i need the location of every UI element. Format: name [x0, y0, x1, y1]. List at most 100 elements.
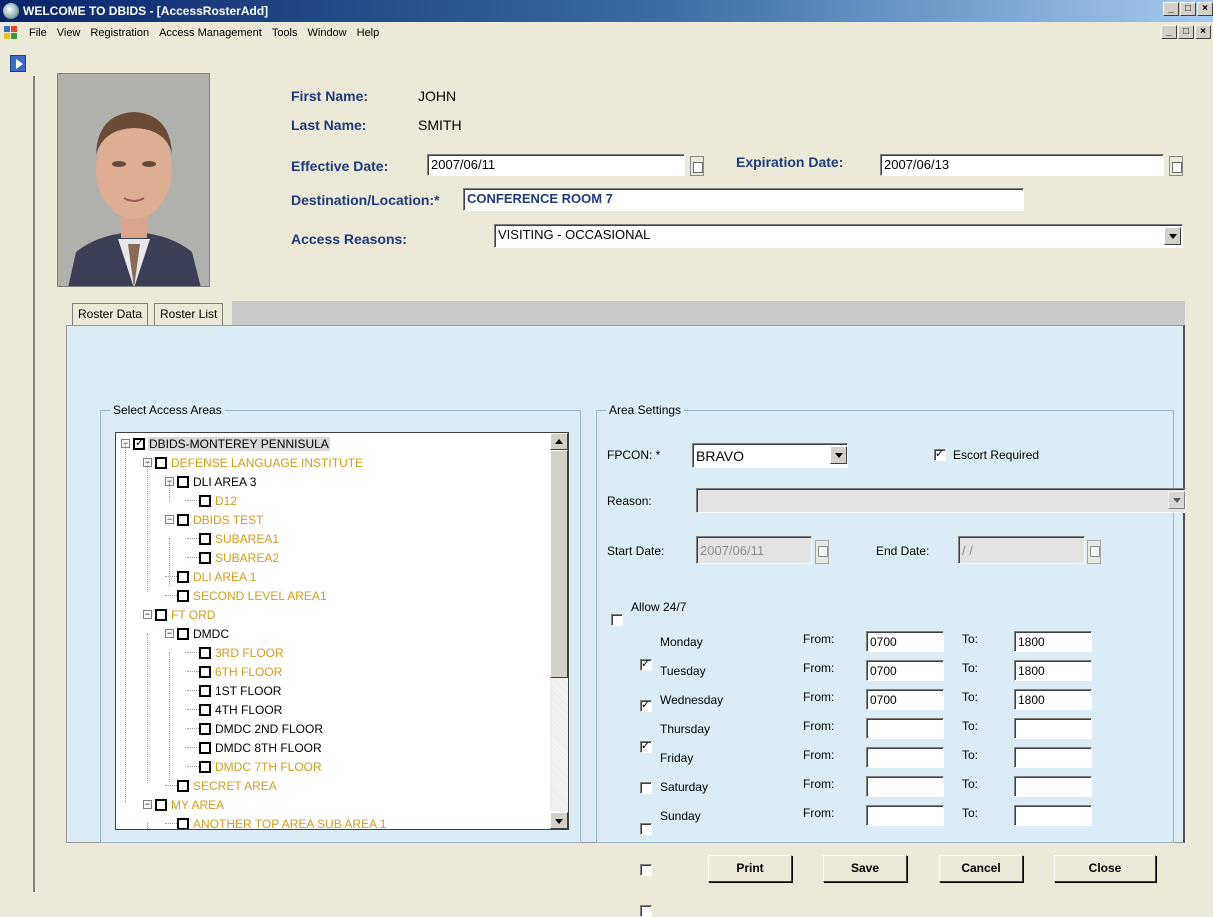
menu-registration[interactable]: Registration: [85, 27, 154, 39]
tree-node-checkbox[interactable]: [177, 513, 189, 526]
chevron-down-icon[interactable]: [830, 446, 847, 464]
tab-roster-list[interactable]: Roster List: [154, 303, 224, 326]
tree-node-checkbox[interactable]: [199, 741, 211, 754]
menu-tools[interactable]: Tools: [267, 27, 303, 39]
tree-node-checkbox[interactable]: [155, 608, 167, 621]
tree-node-checkbox[interactable]: [199, 760, 211, 773]
tree-node[interactable]: − DMDC: [165, 624, 230, 643]
from-time-field[interactable]: [866, 718, 944, 739]
menu-view[interactable]: View: [52, 27, 86, 39]
mdi-restore-button[interactable]: □: [1178, 25, 1194, 39]
to-time-field[interactable]: 1800: [1014, 631, 1092, 652]
expiration-date-field[interactable]: 2007/06/13: [880, 154, 1164, 176]
tree-collapse-icon[interactable]: −: [165, 629, 174, 638]
tree-scrollbar[interactable]: [550, 433, 568, 829]
tree-node-checkbox[interactable]: [199, 665, 211, 678]
to-time-field[interactable]: [1014, 718, 1092, 739]
fpcon-select[interactable]: BRAVO: [692, 443, 848, 468]
tree-node-checkbox[interactable]: [177, 627, 189, 640]
start-date-calendar-icon[interactable]: [815, 540, 829, 564]
tree-node[interactable]: − MY AREA: [143, 795, 225, 814]
tree-collapse-icon[interactable]: −: [143, 610, 152, 619]
mdi-close-button[interactable]: ×: [1195, 25, 1211, 39]
minimize-button[interactable]: _: [1163, 2, 1179, 16]
expand-panel-button[interactable]: [10, 55, 26, 72]
scroll-thumb[interactable]: [550, 450, 568, 678]
tree-node[interactable]: DMDC 8TH FLOOR: [187, 738, 323, 757]
to-time-field[interactable]: 1800: [1014, 689, 1092, 710]
tree-node-checkbox[interactable]: [155, 798, 167, 811]
tree-node[interactable]: ANOTHER TOP AREA SUB AREA 1: [165, 814, 387, 829]
tree-node-checkbox[interactable]: [199, 532, 211, 545]
effective-date-calendar-icon[interactable]: [690, 156, 704, 176]
menu-help[interactable]: Help: [352, 27, 385, 39]
menu-window[interactable]: Window: [303, 27, 352, 39]
from-time-field[interactable]: [866, 776, 944, 797]
tree-node[interactable]: DMDC 2ND FLOOR: [187, 719, 324, 738]
tree-node[interactable]: 1ST FLOOR: [187, 681, 282, 700]
tree-node-checkbox[interactable]: [199, 684, 211, 697]
tree-node-checkbox[interactable]: [199, 722, 211, 735]
scroll-up-icon[interactable]: [550, 433, 568, 450]
cancel-button[interactable]: Cancel: [939, 855, 1023, 882]
reason-select[interactable]: [696, 488, 1186, 513]
from-time-field[interactable]: [866, 805, 944, 826]
tree-node[interactable]: 3RD FLOOR: [187, 643, 285, 662]
tree-node-checkbox[interactable]: [177, 570, 189, 583]
tree-node[interactable]: SUBAREA2: [187, 548, 280, 567]
tree-node[interactable]: SECRET AREA: [165, 776, 278, 795]
tree-collapse-icon[interactable]: −: [143, 800, 152, 809]
tree-node[interactable]: 4TH FLOOR: [187, 700, 283, 719]
tree-node-checkbox[interactable]: [133, 436, 145, 450]
tree-node[interactable]: D12: [187, 491, 238, 510]
tree-node-checkbox[interactable]: [177, 589, 189, 602]
tree-node[interactable]: − DEFENSE LANGUAGE INSTITUTE: [143, 453, 364, 472]
access-areas-tree[interactable]: −DBIDS-MONTEREY PENNISULA−DEFENSE LANGUA…: [115, 432, 569, 830]
close-window-button[interactable]: ×: [1197, 2, 1213, 16]
tree-node[interactable]: DMDC 7TH FLOOR: [187, 757, 323, 776]
allow-247-checkbox[interactable]: [611, 614, 623, 626]
day-checkbox[interactable]: [640, 782, 652, 794]
end-date-calendar-icon[interactable]: [1087, 540, 1101, 564]
from-time-field[interactable]: [866, 747, 944, 768]
menu-access-management[interactable]: Access Management: [154, 27, 267, 39]
tree-node[interactable]: − DBIDS TEST: [165, 510, 264, 529]
tree-node-checkbox[interactable]: [177, 779, 189, 792]
save-button[interactable]: Save: [823, 855, 907, 882]
tree-node-checkbox[interactable]: [199, 646, 211, 659]
tree-node[interactable]: − FT ORD: [143, 605, 216, 624]
to-time-field[interactable]: 1800: [1014, 660, 1092, 681]
tree-node[interactable]: SECOND LEVEL AREA1: [165, 586, 328, 605]
destination-field[interactable]: CONFERENCE ROOM 7: [463, 188, 1024, 211]
to-time-field[interactable]: [1014, 747, 1092, 768]
day-checkbox[interactable]: [640, 864, 652, 876]
expiration-date-calendar-icon[interactable]: [1169, 156, 1183, 176]
start-date-field[interactable]: 2007/06/11: [696, 536, 812, 564]
end-date-field[interactable]: / /: [958, 536, 1085, 564]
tree-node-checkbox[interactable]: [199, 494, 211, 507]
tree-node-checkbox[interactable]: [155, 456, 167, 469]
day-checkbox[interactable]: [640, 698, 652, 712]
access-reasons-select[interactable]: VISITING - OCCASIONAL: [494, 224, 1183, 248]
to-time-field[interactable]: [1014, 805, 1092, 826]
tree-node[interactable]: 6TH FLOOR: [187, 662, 283, 681]
tree-node-checkbox[interactable]: [199, 551, 211, 564]
tree-node-checkbox[interactable]: [199, 703, 211, 716]
tree-node[interactable]: − DLI AREA 3: [165, 472, 257, 491]
tree-node[interactable]: −DBIDS-MONTEREY PENNISULA: [121, 434, 330, 453]
tab-roster-data[interactable]: Roster Data: [72, 303, 149, 326]
chevron-down-icon[interactable]: [1168, 491, 1185, 509]
effective-date-field[interactable]: 2007/06/11: [427, 154, 685, 176]
escort-required-checkbox[interactable]: [934, 447, 946, 461]
tree-collapse-icon[interactable]: −: [165, 515, 174, 524]
print-button[interactable]: Print: [708, 855, 792, 882]
day-checkbox[interactable]: [640, 739, 652, 753]
close-button[interactable]: Close: [1054, 855, 1156, 882]
tree-node[interactable]: DLI AREA 1: [165, 567, 257, 586]
from-time-field[interactable]: 0700: [866, 631, 944, 652]
mdi-minimize-button[interactable]: _: [1161, 25, 1177, 39]
to-time-field[interactable]: [1014, 776, 1092, 797]
day-checkbox[interactable]: [640, 657, 652, 671]
tree-node[interactable]: SUBAREA1: [187, 529, 280, 548]
tree-node-checkbox[interactable]: [177, 475, 189, 488]
